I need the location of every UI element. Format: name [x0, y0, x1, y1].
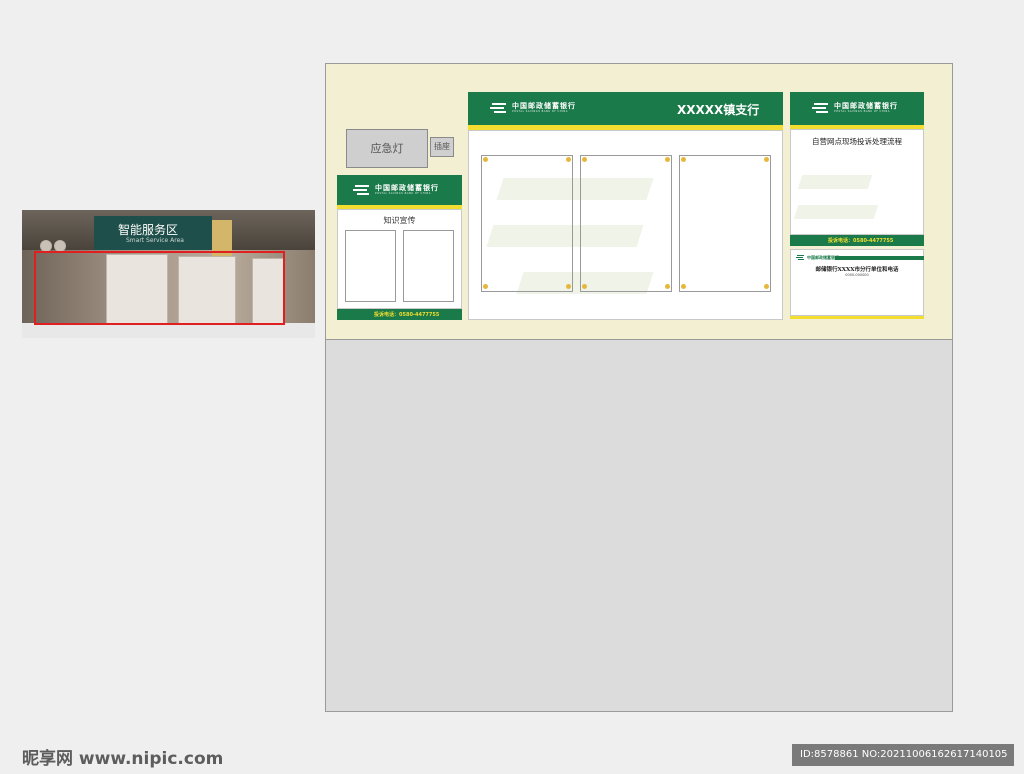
bank-name-en: POSTAL SAVINGS BANK OF CHINA [375, 192, 431, 195]
right-sub-title: 邮储银行XXXX市分行单位和电话 [815, 267, 899, 273]
standoff-dot [582, 284, 587, 289]
main-panel-logo: 中国邮政储蓄银行 POSTAL SAVINGS BANK OF CHINA [490, 101, 576, 115]
right-sub-logo: 中国邮政储蓄银行 [796, 254, 839, 261]
photo-sign-subtext: Smart Service Area [126, 237, 184, 244]
branch-name: XXXXX镇支行 [677, 103, 760, 117]
socket-box: 插座 [430, 137, 454, 157]
right-watermark-logo [797, 175, 873, 189]
bank-logo-icon [796, 254, 805, 261]
bank-logo-icon [490, 101, 508, 115]
bank-name-cn: 中国邮政储蓄银行 [512, 101, 576, 110]
main-display-frame [481, 155, 573, 292]
left-display-frame [345, 230, 396, 302]
standoff-dot [582, 157, 587, 162]
bank-name-en: POSTAL SAVINGS BANK OF CHINA [834, 110, 890, 113]
right-panel-hotline: 投诉电话：0580-4477755 [828, 238, 894, 244]
standoff-dot [764, 157, 769, 162]
standoff-dot [665, 157, 670, 162]
left-display-frame [403, 230, 454, 302]
right-watermark-logo [793, 205, 879, 219]
right-sub-stripe-bottom [790, 316, 924, 319]
reference-photo: 智能服务区 Smart Service Area [22, 210, 315, 338]
photo-sign-text: 智能服务区 [118, 223, 179, 237]
standoff-dot [665, 284, 670, 289]
standoff-dot [566, 284, 571, 289]
image-id-bar: ID:8578861 NO:20211006162617140105 [792, 744, 1014, 766]
right-panel-logo: 中国邮政储蓄银行 POSTAL SAVINGS BANK OF CHINA [812, 101, 898, 115]
bank-name-cn: 中国邮政储蓄银行 [807, 254, 839, 260]
bank-name-cn: 中国邮政储蓄银行 [834, 101, 898, 110]
standoff-dot [483, 284, 488, 289]
main-display-frame [679, 155, 771, 292]
standoff-dot [566, 157, 571, 162]
right-sub-stripe [835, 256, 924, 260]
right-panel-title: 自营网点现场投诉处理流程 [812, 137, 902, 146]
emergency-light-box: 应急灯 [346, 129, 428, 168]
photo-counter [22, 323, 315, 338]
bank-name-cn: 中国邮政储蓄银行 [375, 183, 439, 192]
standoff-dot [681, 157, 686, 162]
left-panel-hotline: 投诉电话：0580-4477755 [374, 312, 440, 318]
right-sub-number: 0000-000000 [845, 273, 869, 277]
standoff-dot [483, 157, 488, 162]
site-watermark: 昵享网 www.nipic.com [22, 749, 224, 769]
bank-logo-icon [353, 183, 371, 197]
bank-name-en: POSTAL SAVINGS BANK OF CHINA [512, 110, 568, 113]
left-panel-logo: 中国邮政储蓄银行 POSTAL SAVINGS BANK OF CHINA [353, 183, 439, 197]
left-panel-title: 知识宣传 [383, 216, 416, 225]
bank-logo-icon [812, 101, 830, 115]
standoff-dot [681, 284, 686, 289]
main-display-frame [580, 155, 672, 292]
standoff-dot [764, 284, 769, 289]
photo-highlight-box [34, 251, 285, 325]
